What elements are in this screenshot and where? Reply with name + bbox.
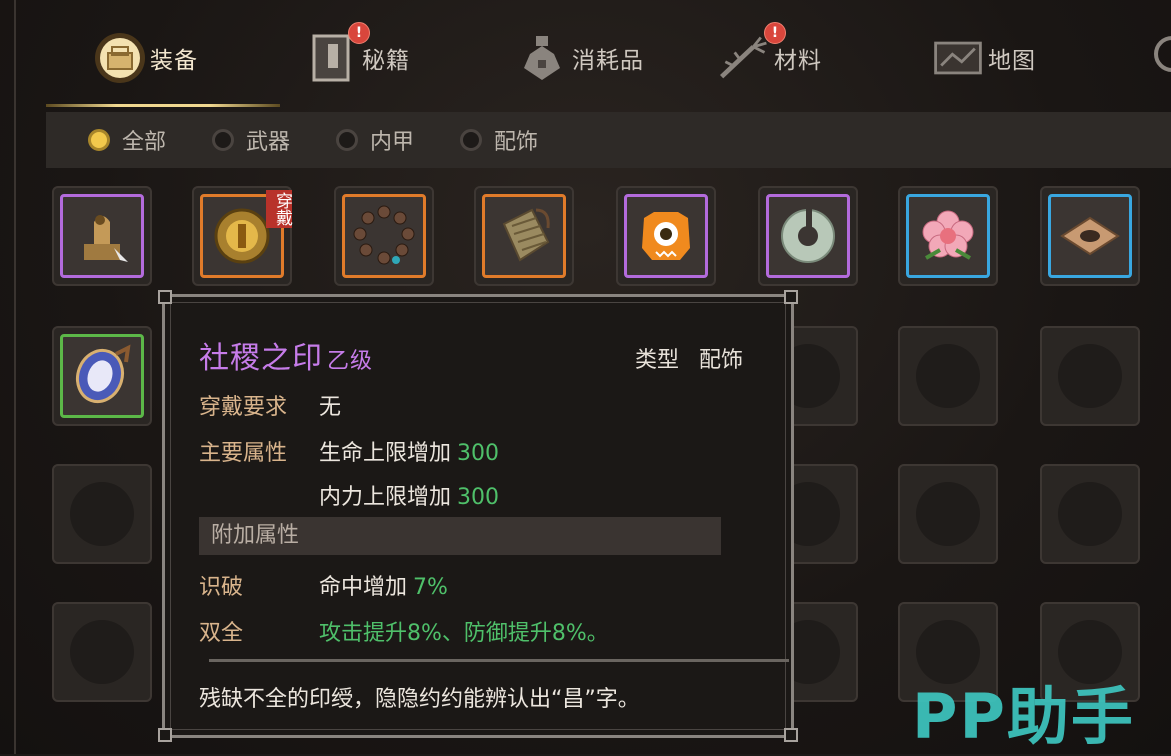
map-scroll-icon xyxy=(930,30,986,86)
jade-ring-icon xyxy=(766,194,850,278)
tab-secret-book[interactable]: ! 秘籍 xyxy=(304,18,410,98)
filter-weapons[interactable]: 武器 xyxy=(212,112,290,168)
tooltip-corner xyxy=(158,290,172,304)
type-label: 类型 xyxy=(635,348,680,373)
main-attr-value: 300 xyxy=(457,485,500,510)
tooltip-corner xyxy=(784,728,798,742)
main-attr-value: 300 xyxy=(457,441,500,466)
radio-selected-icon xyxy=(88,129,110,151)
type-value: 配饰 xyxy=(699,348,744,373)
main-attr-name: 生命上限增加 xyxy=(319,441,452,466)
item-slot-prayer-beads[interactable] xyxy=(334,186,434,286)
filter-accessories[interactable]: 配饰 xyxy=(460,112,538,168)
item-slot-jade-ring[interactable] xyxy=(758,186,858,286)
main-attr-row-2: 内力上限增加 300 xyxy=(199,479,499,511)
radio-icon xyxy=(212,129,234,151)
extra-attr-label: 识破 xyxy=(199,575,244,600)
tooltip-corner xyxy=(784,290,798,304)
worn-tag: 穿戴 xyxy=(266,190,292,228)
empty-slot[interactable] xyxy=(52,602,152,702)
item-name-text: 社稷之印 xyxy=(199,341,323,376)
item-slot-one-eyed-monster[interactable] xyxy=(616,186,716,286)
flower-icon xyxy=(906,194,990,278)
tab-label: 地图 xyxy=(988,48,1036,74)
tab-equipment[interactable]: 装备 xyxy=(92,18,198,98)
magnifier-icon xyxy=(1136,30,1171,86)
tab-label: 材料 xyxy=(774,48,822,74)
radio-icon xyxy=(336,129,358,151)
secret-book-icon: ! xyxy=(304,22,370,86)
filter-label: 全部 xyxy=(122,130,167,155)
filter-label: 配饰 xyxy=(494,130,539,155)
extra-attr-label: 双全 xyxy=(199,621,244,646)
jade-seal-icon xyxy=(60,194,144,278)
potion-icon xyxy=(514,30,570,86)
filter-all[interactable]: 全部 xyxy=(88,112,166,168)
diamond-leather-icon xyxy=(1048,194,1132,278)
filter-label: 内甲 xyxy=(370,130,415,155)
item-description: 残缺不全的印绶，隐隐约约能辨认出“昌”字。 xyxy=(199,687,640,712)
alert-badge: ! xyxy=(348,22,370,44)
alert-badge: ! xyxy=(764,22,786,44)
item-slot-mirror[interactable] xyxy=(52,326,152,426)
ginseng-root-icon: ! xyxy=(716,22,786,86)
main-attr-name: 内力上限增加 xyxy=(319,485,452,510)
tab-map[interactable]: 地图 xyxy=(930,18,1036,98)
item-grade: 乙级 xyxy=(327,349,374,374)
equipment-bag-icon xyxy=(92,30,148,86)
watermark-logo: PP助手 xyxy=(912,680,1135,753)
extra-attr-effect: 攻击提升8%、防御提升8%。 xyxy=(319,621,609,646)
empty-slot[interactable] xyxy=(1040,464,1140,564)
main-attr-label: 主要属性 xyxy=(199,441,288,466)
tab-more[interactable] xyxy=(1136,18,1171,98)
filter-bar: 全部 武器 内甲 配饰 xyxy=(46,112,1171,168)
radio-icon xyxy=(460,129,482,151)
empty-slot[interactable] xyxy=(1040,326,1140,426)
bamboo-armor-icon xyxy=(482,194,566,278)
item-slot-golden-amulet[interactable]: 穿戴 xyxy=(192,186,292,286)
item-slot-bamboo-armor[interactable] xyxy=(474,186,574,286)
extra-attr-row-2: 双全 攻击提升8%、防御提升8%。 xyxy=(199,615,609,647)
mirror-icon xyxy=(60,334,144,418)
category-tabs: 装备 ! 秘籍 消耗品 ! 材料 地图 xyxy=(46,0,1171,108)
tab-consumables[interactable]: 消耗品 xyxy=(514,18,644,98)
requirement-row: 穿戴要求 无 xyxy=(199,389,341,421)
empty-slot[interactable] xyxy=(898,326,998,426)
tooltip-divider xyxy=(209,659,789,662)
tooltip-corner xyxy=(158,728,172,742)
empty-slot[interactable] xyxy=(898,464,998,564)
prayer-beads-icon xyxy=(342,194,426,278)
tab-label: 消耗品 xyxy=(572,48,644,74)
item-type: 类型 配饰 xyxy=(635,342,743,374)
extra-attr-name: 命中增加 xyxy=(319,575,408,600)
extra-attr-row-1: 识破 命中增加 7% xyxy=(199,569,448,601)
filter-label: 武器 xyxy=(246,130,291,155)
tab-materials[interactable]: ! 材料 xyxy=(716,18,822,98)
item-slot-jade-seal[interactable] xyxy=(52,186,152,286)
requirement-label: 穿戴要求 xyxy=(199,395,288,420)
item-slot-flower[interactable] xyxy=(898,186,998,286)
item-tooltip: 社稷之印 乙级 类型 配饰 穿戴要求 无 主要属性 生命上限增加 300 内力上限增加 30… xyxy=(158,290,798,742)
tab-label: 装备 xyxy=(150,48,198,74)
extra-attr-value: 7% xyxy=(413,575,448,600)
empty-slot[interactable] xyxy=(52,464,152,564)
extra-attr-header: 附加属性 xyxy=(199,517,721,555)
requirement-value: 无 xyxy=(319,395,342,420)
filter-armor[interactable]: 内甲 xyxy=(336,112,414,168)
one-eyed-monster-icon xyxy=(624,194,708,278)
active-tab-underline xyxy=(46,104,280,107)
item-name: 社稷之印 乙级 xyxy=(199,333,373,377)
item-slot-diamond-leather[interactable] xyxy=(1040,186,1140,286)
tab-label: 秘籍 xyxy=(362,48,410,74)
main-attr-row-1: 主要属性 生命上限增加 300 xyxy=(199,435,499,467)
